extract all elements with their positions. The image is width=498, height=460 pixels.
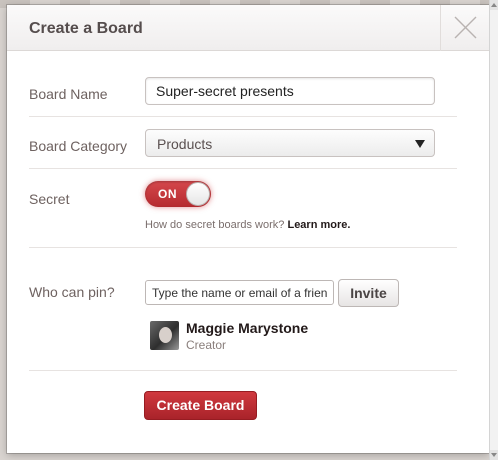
invite-friend-input[interactable] [145,280,334,305]
create-board-button[interactable]: Create Board [144,391,257,420]
board-name-label: Board Name [29,86,108,102]
toggle-state-label: ON [158,187,177,201]
learn-more-link[interactable]: Learn more. [287,219,350,231]
invite-button[interactable]: Invite [338,279,399,307]
avatar [150,321,179,350]
collaborator-name: Maggie Marystone [186,320,309,336]
dialog-title: Create a Board [29,20,143,37]
dialog-header: Create a Board [7,5,489,51]
divider [29,370,457,371]
secret-label: Secret [29,191,70,207]
secret-help-text: How do secret boards work? Learn more. [145,219,350,231]
board-name-input[interactable] [145,77,435,105]
scroll-down-icon[interactable] [490,450,498,460]
board-category-value: Products [157,136,213,152]
secret-toggle[interactable]: ON [145,181,211,207]
create-board-dialog: Create a Board Board Name Board Category… [7,5,489,453]
scrollbar[interactable] [489,0,498,460]
divider [29,247,457,248]
divider [29,116,457,117]
board-category-label: Board Category [29,138,128,154]
dropdown-arrow-icon [415,140,425,148]
toggle-knob [186,182,210,206]
secret-help-question: How do secret boards work? [145,219,285,231]
close-icon [454,16,477,39]
scroll-up-icon[interactable] [490,0,498,10]
close-button[interactable] [440,5,489,51]
collaborator-role: Creator [186,338,227,352]
board-category-select[interactable]: Products [145,129,435,157]
divider [29,168,457,169]
who-can-pin-label: Who can pin? [29,284,115,300]
